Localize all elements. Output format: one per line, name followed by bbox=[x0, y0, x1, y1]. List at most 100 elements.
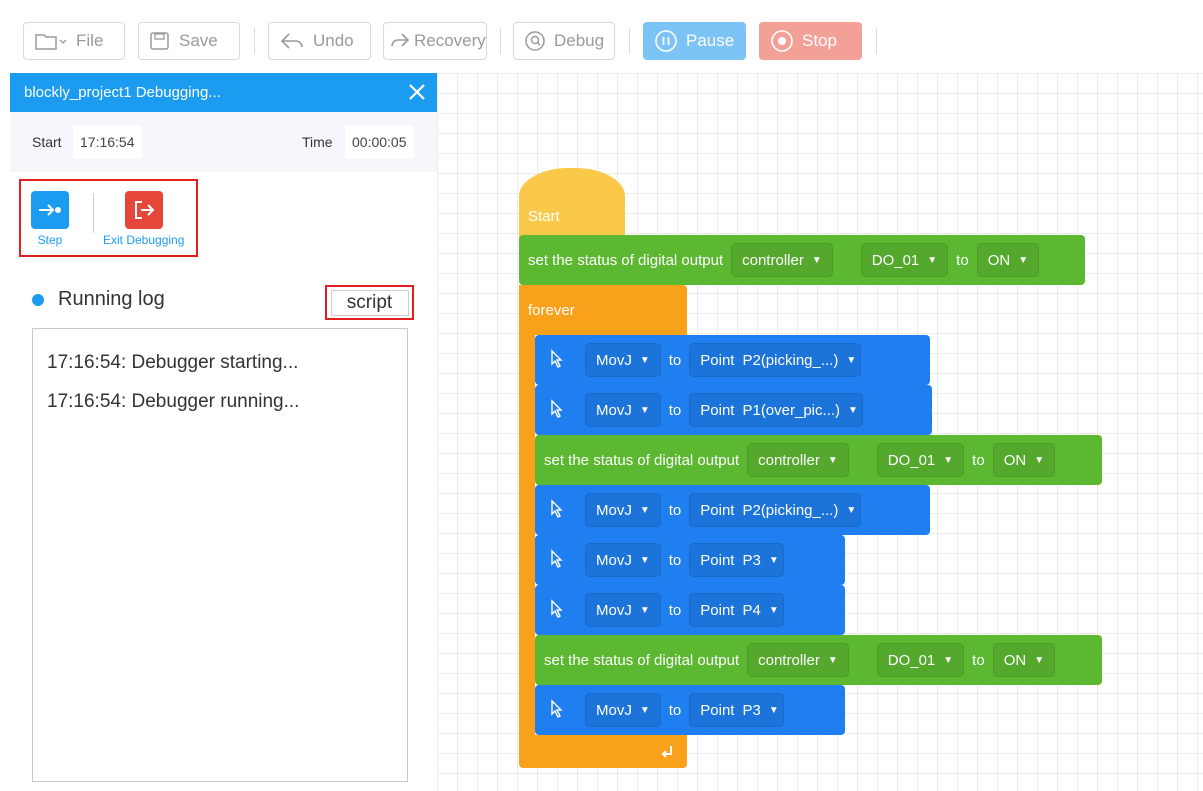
set-digital-output-block[interactable]: set the status of digital output control… bbox=[519, 235, 1085, 285]
caret-icon: ▼ bbox=[1034, 454, 1045, 466]
dropdown-value: MovJ bbox=[596, 501, 632, 519]
status-dot bbox=[32, 293, 44, 306]
recovery-label: Recovery bbox=[414, 31, 486, 50]
recovery-button[interactable]: Recovery bbox=[383, 22, 487, 60]
port-dropdown[interactable]: DO_01 ▼ bbox=[860, 243, 949, 277]
controller-dropdown[interactable]: controller ▼ bbox=[747, 643, 849, 677]
debug-icon bbox=[525, 31, 545, 51]
motion-mode-dropdown[interactable]: MovJ ▼ bbox=[585, 393, 661, 427]
caret-icon: ▼ bbox=[846, 354, 857, 366]
movj-block[interactable]: MovJ ▼ to Point P3 ▼ bbox=[535, 535, 845, 585]
motion-mode-dropdown[interactable]: MovJ ▼ bbox=[585, 693, 661, 727]
toolbar-divider bbox=[629, 28, 630, 54]
movj-block[interactable]: MovJ ▼ to Point P2(picking_...) ▼ bbox=[535, 335, 930, 385]
point-label: Point bbox=[700, 551, 735, 569]
controller-dropdown[interactable]: controller ▼ bbox=[747, 443, 849, 477]
point-block[interactable]: Point P1(over_pic...) ▼ bbox=[689, 393, 863, 427]
forever-block[interactable]: forever bbox=[519, 285, 687, 335]
forever-loop-arm bbox=[519, 335, 535, 735]
pause-button[interactable]: Pause bbox=[643, 22, 746, 60]
file-label: File bbox=[76, 31, 104, 50]
to-text: to bbox=[668, 501, 682, 519]
motion-mode-dropdown[interactable]: MovJ ▼ bbox=[585, 493, 661, 527]
point-label: Point bbox=[700, 701, 735, 719]
cursor-icon bbox=[543, 596, 571, 624]
debug-controls: Step Exit Debugging bbox=[19, 179, 198, 257]
to-text: to bbox=[956, 251, 969, 269]
movj-block[interactable]: MovJ ▼ to Point P1(over_pic...) ▼ bbox=[535, 385, 932, 435]
point-value: P1(over_pic...) bbox=[742, 401, 841, 419]
caret-icon: ▼ bbox=[639, 704, 650, 716]
script-button[interactable]: script bbox=[330, 289, 409, 316]
script-highlight: script bbox=[325, 285, 414, 320]
folder-icon bbox=[35, 34, 67, 50]
undo-label: Undo bbox=[313, 31, 354, 50]
debug-label: Debug bbox=[554, 31, 605, 50]
motion-mode-dropdown[interactable]: MovJ ▼ bbox=[585, 543, 661, 577]
undo-button[interactable]: Undo bbox=[268, 22, 371, 60]
dropdown-value: MovJ bbox=[596, 701, 632, 719]
caret-icon: ▼ bbox=[639, 604, 650, 616]
save-button[interactable]: Save bbox=[138, 22, 240, 60]
set-digital-output-block[interactable]: set the status of digital output control… bbox=[535, 635, 1102, 685]
cursor-icon bbox=[543, 696, 571, 724]
time-label: Time bbox=[302, 134, 333, 150]
panel-header: blockly_project1 Debugging... bbox=[10, 73, 437, 112]
set-digital-output-block[interactable]: set the status of digital output control… bbox=[535, 435, 1102, 485]
point-value: P2(picking_...) bbox=[742, 501, 839, 519]
point-value: P3 bbox=[742, 551, 761, 569]
close-icon[interactable] bbox=[405, 80, 429, 104]
time-info: Start 17:16:54 Time 00:00:05 bbox=[10, 112, 437, 172]
movj-block[interactable]: MovJ ▼ to Point P4 ▼ bbox=[535, 585, 845, 635]
caret-icon: ▼ bbox=[827, 654, 838, 666]
point-block[interactable]: Point P3 ▼ bbox=[689, 543, 784, 577]
dropdown-value: DO_01 bbox=[887, 451, 936, 469]
stop-icon bbox=[771, 30, 793, 52]
dropdown-value: ON bbox=[1003, 451, 1027, 469]
state-dropdown[interactable]: ON ▼ bbox=[992, 443, 1056, 477]
point-label: Point bbox=[700, 601, 735, 619]
step-button[interactable]: Step bbox=[31, 191, 69, 247]
stop-label: Stop bbox=[802, 31, 837, 50]
forever-label: forever bbox=[528, 301, 575, 319]
start-block[interactable]: Start bbox=[519, 168, 625, 238]
movj-block[interactable]: MovJ ▼ to Point P2(picking_...) ▼ bbox=[535, 485, 930, 535]
caret-icon: ▼ bbox=[943, 454, 954, 466]
motion-mode-dropdown[interactable]: MovJ ▼ bbox=[585, 593, 661, 627]
toolbar-divider bbox=[876, 28, 877, 54]
state-dropdown[interactable]: ON ▼ bbox=[992, 643, 1056, 677]
dropdown-value: controller bbox=[758, 451, 820, 469]
point-block[interactable]: Point P2(picking_...) ▼ bbox=[689, 493, 862, 527]
blockly-workspace[interactable]: Start set the status of digital output c… bbox=[437, 73, 1203, 791]
point-block[interactable]: Point P2(picking_...) ▼ bbox=[689, 343, 862, 377]
controller-dropdown[interactable]: controller ▼ bbox=[731, 243, 833, 277]
point-block[interactable]: Point P3 ▼ bbox=[689, 693, 784, 727]
debug-button[interactable]: Debug bbox=[513, 22, 615, 60]
caret-icon: ▼ bbox=[811, 254, 822, 266]
port-dropdown[interactable]: DO_01 ▼ bbox=[876, 643, 965, 677]
toolbar-divider bbox=[254, 28, 255, 54]
step-icon bbox=[31, 191, 69, 229]
to-text: to bbox=[668, 701, 682, 719]
caret-icon: ▼ bbox=[639, 404, 650, 416]
cursor-icon bbox=[543, 546, 571, 574]
forever-loop-footer bbox=[519, 735, 687, 768]
file-button[interactable]: File bbox=[23, 22, 125, 60]
point-label: Point bbox=[700, 501, 735, 519]
pause-icon bbox=[655, 30, 677, 52]
state-dropdown[interactable]: ON ▼ bbox=[976, 243, 1040, 277]
point-block[interactable]: Point P4 ▼ bbox=[689, 593, 784, 627]
block-text: set the status of digital output bbox=[544, 651, 740, 669]
undo-icon bbox=[280, 33, 303, 49]
save-label: Save bbox=[179, 31, 218, 50]
point-value: P2(picking_...) bbox=[742, 351, 839, 369]
to-text: to bbox=[668, 551, 682, 569]
port-dropdown[interactable]: DO_01 ▼ bbox=[876, 443, 965, 477]
exit-debugging-button[interactable]: Exit Debugging bbox=[103, 191, 184, 247]
step-label: Step bbox=[37, 233, 63, 247]
dropdown-value: controller bbox=[758, 651, 820, 669]
loop-arrow-icon bbox=[661, 745, 672, 758]
motion-mode-dropdown[interactable]: MovJ ▼ bbox=[585, 343, 661, 377]
stop-button[interactable]: Stop bbox=[759, 22, 862, 60]
movj-block[interactable]: MovJ ▼ to Point P3 ▼ bbox=[535, 685, 845, 735]
